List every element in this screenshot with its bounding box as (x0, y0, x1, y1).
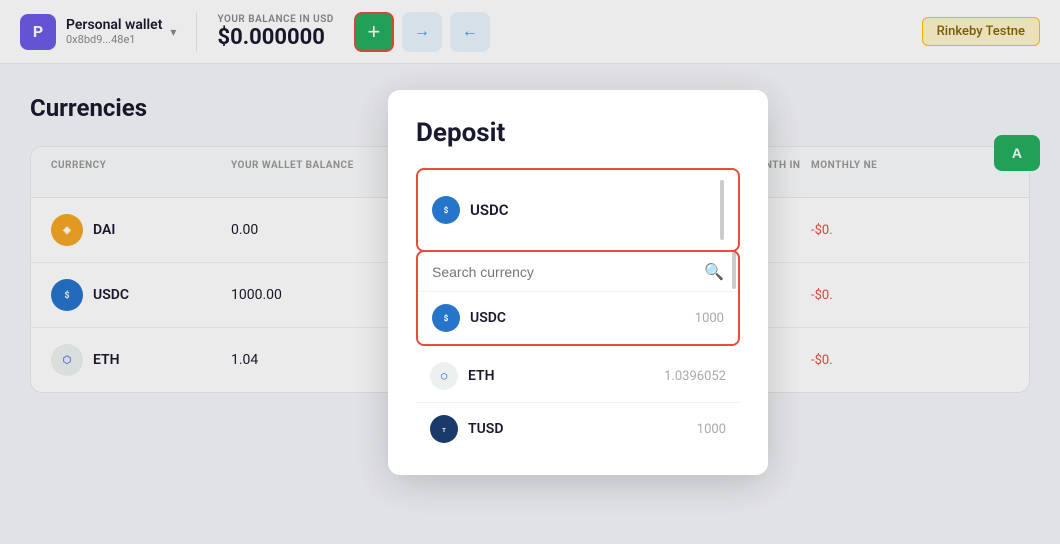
eth-item-logo: ⬡ (430, 362, 458, 390)
dropdown-items: $ USDC 1000 (418, 292, 738, 344)
selected-currency-logo: $ (432, 196, 460, 224)
currency-dropdown: 🔍 $ USDC 1000 (416, 250, 740, 346)
scrollbar-indicator (720, 180, 724, 240)
dropdown-item-eth[interactable]: ⬡ ETH 1.0396052 (416, 350, 740, 403)
dropdown-item-left-eth: ⬡ ETH (430, 362, 495, 390)
search-input[interactable] (432, 264, 696, 280)
modal-title: Deposit (416, 118, 740, 148)
dropdown-item-tusd[interactable]: T TUSD 1000 (416, 403, 740, 455)
eth-item-name: ETH (468, 368, 495, 384)
tusd-item-name: TUSD (468, 421, 503, 437)
dropdown-item-left-usdc: $ USDC (432, 304, 506, 332)
selected-currency-left: $ USDC (432, 196, 509, 224)
tusd-item-logo: T (430, 415, 458, 443)
currency-select-box[interactable]: $ USDC (416, 168, 740, 252)
svg-text:$: $ (444, 314, 449, 323)
svg-text:⬡: ⬡ (441, 372, 448, 381)
dropdown-item-usdc[interactable]: $ USDC 1000 (418, 292, 738, 344)
selected-currency-name: USDC (470, 201, 509, 219)
dropdown-scrollbar (732, 252, 736, 289)
usdc-item-name: USDC (470, 310, 506, 326)
usdc-item-logo: $ (432, 304, 460, 332)
svg-text:$: $ (444, 206, 449, 215)
tusd-item-amount: 1000 (697, 422, 726, 437)
dropdown-item-left-tusd: T TUSD (430, 415, 503, 443)
extra-items: ⬡ ETH 1.0396052 T TUSD 1000 (416, 350, 740, 455)
usdc-item-amount: 1000 (695, 311, 724, 326)
search-icon: 🔍 (704, 262, 724, 281)
search-box: 🔍 (418, 252, 738, 292)
svg-text:T: T (442, 428, 446, 434)
deposit-modal: Deposit $ USDC 🔍 $ USDC (388, 90, 768, 475)
eth-item-amount: 1.0396052 (664, 369, 726, 384)
